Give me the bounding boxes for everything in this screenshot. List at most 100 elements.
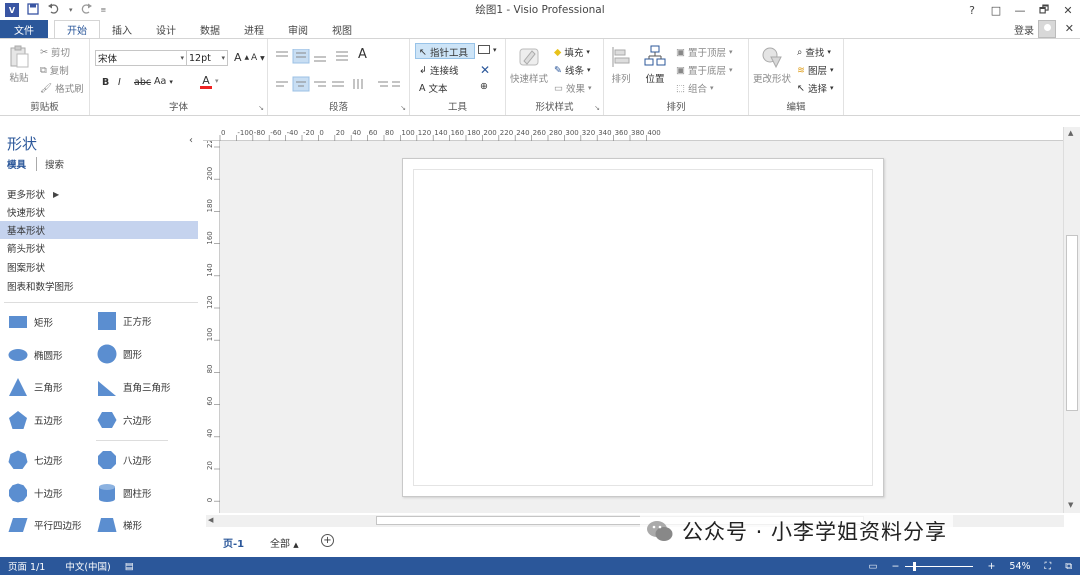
zoom-in-icon[interactable]: + xyxy=(987,561,995,572)
change-case-button[interactable]: Aa ▾ xyxy=(154,76,173,87)
chevron-down-icon[interactable]: ▾ xyxy=(215,77,219,85)
visio-app-icon[interactable]: V xyxy=(5,3,19,17)
stencil-quick-shapes[interactable]: 快速形状 xyxy=(0,203,198,221)
shape-ellipse[interactable]: 椭圆形 xyxy=(8,346,63,364)
italic-button[interactable]: I xyxy=(118,77,121,88)
add-page-icon[interactable]: + xyxy=(321,534,334,547)
shape-parallelogram[interactable]: 平行四边形 xyxy=(8,516,82,534)
stencil-graph-math-shapes[interactable]: 图表和数学图形 xyxy=(0,277,198,295)
vertical-ruler[interactable]: 220 200 180 160 140 120 100 80 60 40 20 0 xyxy=(203,135,220,513)
undo-icon[interactable] xyxy=(47,3,61,18)
macro-record-icon[interactable]: ▤ xyxy=(125,561,134,572)
tab-review[interactable]: 审阅 xyxy=(276,20,320,38)
connector-button[interactable]: ↲ 连接线 xyxy=(419,63,458,78)
tab-home[interactable]: 开始 xyxy=(54,20,100,39)
pointer-tool-button[interactable]: ↖ 指针工具 xyxy=(419,45,468,60)
connection-point-icon[interactable]: ⊕ xyxy=(480,81,488,92)
font-dialog-launcher-icon[interactable]: ↘ xyxy=(258,104,264,112)
drawing-canvas[interactable] xyxy=(220,141,1063,513)
drawing-page[interactable] xyxy=(402,158,884,497)
scroll-left-icon[interactable]: ◀ xyxy=(208,516,213,524)
close-document-icon[interactable]: ✕ xyxy=(1065,22,1074,35)
shape-decagon[interactable]: 十边形 xyxy=(8,483,63,503)
font-size-select[interactable]: 12pt ▾ xyxy=(186,50,228,66)
shape-rectangle[interactable]: 矩形 xyxy=(8,313,53,331)
select-button[interactable]: ↖ 选择 ▾ xyxy=(797,81,834,96)
rectangle-tool-button[interactable]: ▾ xyxy=(478,45,497,54)
undo-dropdown-icon[interactable]: ▾ xyxy=(69,6,73,14)
shape-cylinder[interactable]: 圆柱形 xyxy=(97,483,152,503)
text-direction-icon[interactable]: A xyxy=(358,47,367,62)
scroll-down-icon[interactable]: ▼ xyxy=(1068,501,1073,509)
scroll-up-icon[interactable]: ▲ xyxy=(1068,129,1073,137)
tab-data[interactable]: 数据 xyxy=(188,20,232,38)
zoom-out-icon[interactable]: − xyxy=(891,561,899,572)
redo-icon[interactable] xyxy=(81,3,93,18)
grow-font-button[interactable]: A ▲ xyxy=(234,51,249,64)
tab-process[interactable]: 进程 xyxy=(232,20,276,38)
collapse-pane-icon[interactable]: ‹ xyxy=(189,135,193,146)
horizontal-ruler[interactable]: 0 -100 -80 -60 -40 -20 0 20 40 60 80 100 120 140 160 18… xyxy=(203,127,1065,141)
vertical-scroll-thumb[interactable] xyxy=(1066,235,1078,411)
format-painter-button[interactable]: 🖌 格式刷 xyxy=(40,81,84,96)
tab-view[interactable]: 视图 xyxy=(320,20,364,38)
minimize-button[interactable]: — xyxy=(1008,4,1032,17)
strikethrough-button[interactable]: abc xyxy=(134,77,151,88)
tab-file[interactable]: 文件 xyxy=(0,20,48,38)
help-button[interactable]: ? xyxy=(960,4,984,17)
change-shape-button[interactable]: 更改形状 xyxy=(753,45,791,85)
page-tab-1[interactable]: 页-1 xyxy=(223,535,244,550)
layers-button[interactable]: ≋ 图层 ▾ xyxy=(797,63,834,78)
shrink-font-button[interactable]: A ▼ xyxy=(251,53,265,63)
shape-triangle[interactable]: 三角形 xyxy=(8,377,63,397)
shape-square[interactable]: 正方形 xyxy=(97,311,152,331)
shape-hexagon[interactable]: 六边形 xyxy=(97,410,152,430)
tab-search[interactable]: 搜索 xyxy=(45,157,64,171)
stencil-more-shapes[interactable]: 更多形状 ▶ xyxy=(0,185,198,203)
paragraph-dialog-launcher-icon[interactable]: ↘ xyxy=(400,104,406,112)
effects-button[interactable]: ▭ 效果 ▾ xyxy=(554,81,592,96)
tab-stencils[interactable]: 模具 xyxy=(7,157,38,171)
find-button[interactable]: ⌕ 查找 ▾ xyxy=(797,45,831,60)
avatar[interactable] xyxy=(1038,20,1056,38)
copy-button[interactable]: ⧉ 复制 xyxy=(40,63,69,78)
stencil-pattern-shapes[interactable]: 图案形状 xyxy=(0,258,198,276)
zoom-slider[interactable] xyxy=(905,561,974,571)
shape-pentagon[interactable]: 五边形 xyxy=(8,410,63,430)
all-pages-button[interactable]: 全部 ▲ xyxy=(270,535,299,550)
font-color-button[interactable]: A xyxy=(200,75,212,89)
bold-button[interactable]: B xyxy=(102,77,109,88)
tab-insert[interactable]: 插入 xyxy=(100,20,144,38)
text-tool-button[interactable]: A 文本 xyxy=(419,81,448,96)
signin-link[interactable]: 登录 xyxy=(1014,22,1034,37)
group-button[interactable]: ⬚ 组合 ▾ xyxy=(676,81,714,96)
zoom-slider-thumb[interactable] xyxy=(912,561,916,571)
shape-heptagon[interactable]: 七边形 xyxy=(8,450,63,470)
align-button[interactable]: 排列 xyxy=(610,45,632,85)
fit-page-icon[interactable]: ▭ xyxy=(869,561,878,572)
page-number-status[interactable]: 页面 1/1 xyxy=(8,559,45,573)
send-to-back-button[interactable]: ▣ 置于底层 ▾ xyxy=(676,63,733,78)
vertical-scrollbar[interactable]: ▲ ▼ xyxy=(1063,127,1080,513)
stencil-arrow-shapes[interactable]: 箭头形状 xyxy=(0,239,198,257)
bring-to-front-button[interactable]: ▣ 置于顶层 ▾ xyxy=(676,45,733,60)
restore-button[interactable]: 🗗 xyxy=(1032,1,1056,20)
shape-trapezoid[interactable]: 梯形 xyxy=(97,516,142,534)
font-family-select[interactable]: 宋体 ▾ xyxy=(95,50,187,66)
save-icon[interactable] xyxy=(27,2,39,18)
shape-styles-dialog-launcher-icon[interactable]: ↘ xyxy=(594,104,600,112)
switch-windows-icon[interactable]: ⧉ xyxy=(1065,561,1072,572)
language-status[interactable]: 中文(中国) xyxy=(65,559,110,573)
close-window-button[interactable]: ✕ xyxy=(1056,4,1080,17)
fit-window-icon[interactable]: ⛶ xyxy=(1045,561,1052,572)
shape-right-triangle[interactable]: 直角三角形 xyxy=(97,377,171,397)
paste-button[interactable]: 粘贴 xyxy=(8,45,30,84)
shape-octagon[interactable]: 八边形 xyxy=(97,450,152,470)
fill-button[interactable]: ◆ 填充 ▾ xyxy=(554,45,590,60)
tab-design[interactable]: 设计 xyxy=(144,20,188,38)
position-button[interactable]: 位置 xyxy=(644,45,666,85)
cut-button[interactable]: ✂ 剪切 xyxy=(40,45,70,60)
quick-styles-button[interactable]: 快速样式 xyxy=(510,45,548,85)
shape-circle[interactable]: 圆形 xyxy=(97,344,142,364)
zoom-level[interactable]: 54% xyxy=(1009,561,1030,572)
